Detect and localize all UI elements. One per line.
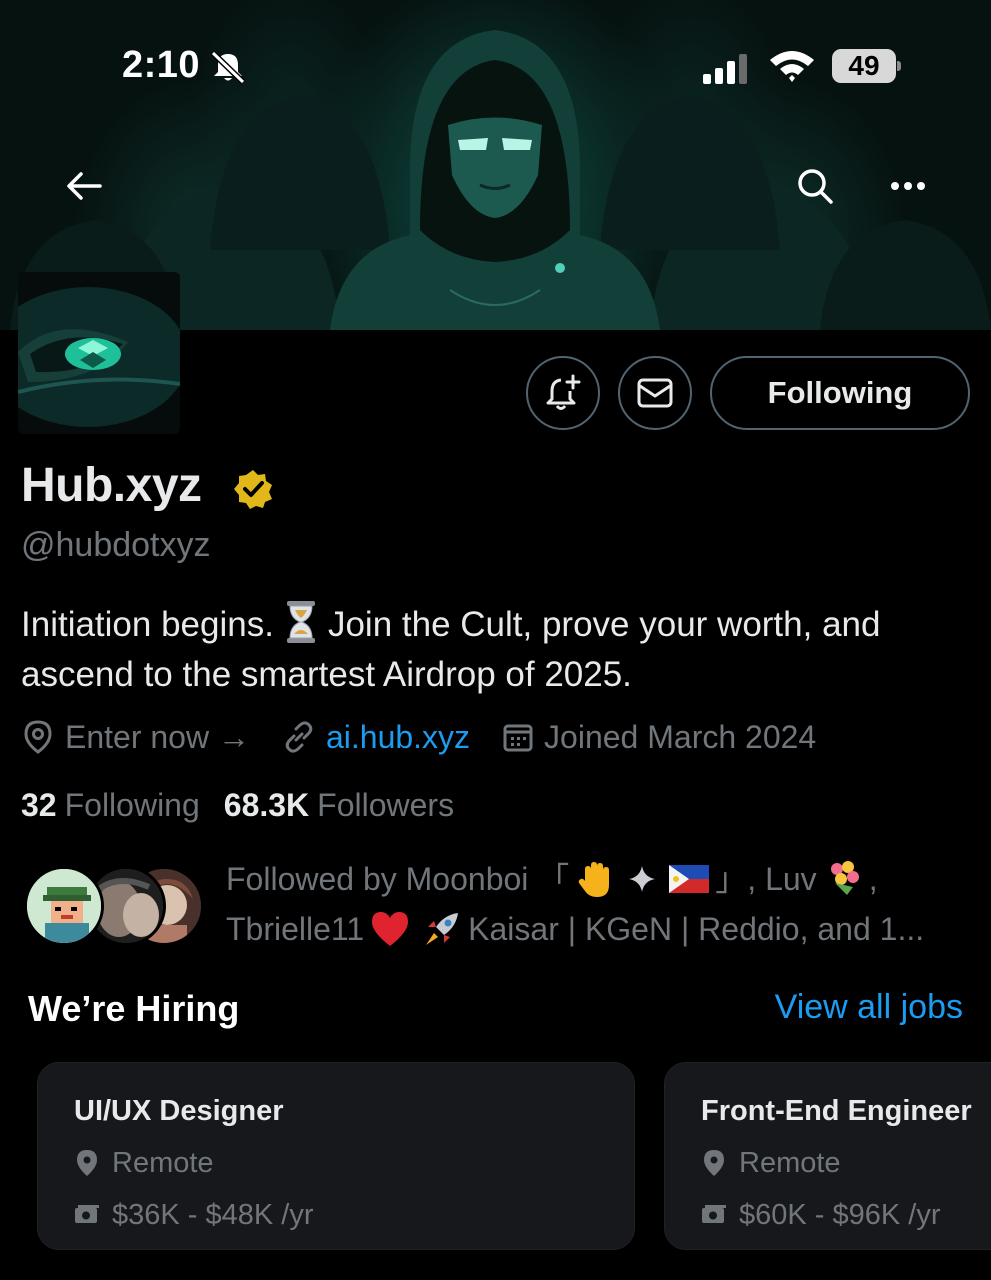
following-button[interactable]: Following	[710, 356, 970, 430]
money-icon	[702, 1205, 726, 1223]
bell-plus-icon	[546, 374, 581, 410]
job-card[interactable]: Front-End Engineer Remote $60K - $96K /y…	[664, 1062, 991, 1250]
bouquet-emoji-icon	[830, 861, 859, 895]
joined-text: Joined March 2024	[544, 718, 817, 755]
more-options-button[interactable]	[878, 156, 938, 216]
notifications-button[interactable]	[526, 356, 600, 430]
battery-level: 49	[848, 50, 880, 81]
battery-icon: 49	[832, 49, 901, 83]
avatar	[24, 866, 104, 946]
more-icon	[891, 182, 925, 190]
job-card[interactable]: UI/UX Designer Remote $36K - $48K /yr	[37, 1062, 635, 1250]
location-text: Enter now →	[65, 718, 250, 755]
wifi-icon	[770, 51, 814, 82]
job-title: UI/UX Designer	[74, 1095, 284, 1127]
bio-text-line2: ascend to the smartest Airdrop of 2025.	[21, 655, 632, 694]
following-count-link[interactable]: 32 Following	[21, 787, 200, 824]
profile-bio: Initiation begins. Join the Cult, prove …	[21, 600, 971, 700]
followed-by-line1-start: Followed by Moonboi 「	[226, 861, 570, 897]
location-item: Enter now →	[21, 719, 250, 756]
followers-count: 68.3K	[223, 786, 310, 823]
display-name: Hub.xyz	[21, 459, 202, 512]
followed-by-line1-end: ,	[868, 861, 878, 897]
website-link[interactable]: ai.hub.xyz	[326, 719, 470, 756]
red-heart-emoji-icon	[372, 912, 409, 946]
search-icon	[798, 169, 833, 204]
followed-by-line2-name: Tbrielle11	[226, 911, 365, 947]
followed-by-text[interactable]: Followed by Moonboi 「 」, Luv , Tbrielle1…	[226, 854, 966, 954]
location-pin-icon	[77, 1150, 97, 1176]
job-location-text: Remote	[739, 1146, 841, 1179]
joined-item: Joined March 2024	[502, 719, 816, 756]
followed-by-line1-middle: 」, Luv	[715, 861, 817, 897]
search-button[interactable]	[785, 156, 845, 216]
follow-counts: 32 Following 68.3K Followers	[21, 780, 478, 830]
back-arrow-icon	[67, 172, 102, 200]
job-location: Remote	[74, 1143, 598, 1183]
view-all-jobs-link[interactable]: View all jobs	[775, 988, 963, 1027]
bell-off-icon	[210, 50, 246, 84]
profile-avatar[interactable]	[18, 272, 180, 434]
sparkle-icon	[629, 866, 656, 892]
followers-count-link[interactable]: 68.3K Followers	[224, 787, 454, 824]
philippines-flag-icon	[669, 865, 710, 893]
user-handle: @hubdotxyz	[21, 526, 211, 564]
bio-text-start: Initiation begins.	[21, 605, 274, 644]
avatar-eye-image	[18, 272, 180, 434]
profile-page: 2:10 49 Following Hub.xyz @hubdotxyz Ini…	[0, 0, 991, 1280]
job-salary-text: $36K - $48K /yr	[112, 1198, 314, 1231]
back-button[interactable]	[54, 156, 114, 216]
status-time: 2:10	[122, 44, 201, 86]
mutual-followers-avatars[interactable]	[24, 866, 214, 946]
verified-badge-icon[interactable]	[232, 468, 274, 510]
job-location: Remote	[701, 1143, 987, 1183]
job-salary: $36K - $48K /yr	[74, 1195, 598, 1235]
followers-label: Followers	[317, 786, 455, 823]
money-icon	[75, 1205, 99, 1223]
following-label: Following	[64, 786, 200, 823]
profile-meta: Enter now → ai.hub.xyz Joined March 2024	[21, 712, 848, 762]
calendar-icon	[503, 724, 533, 752]
bio-text-middle: Join the Cult, prove your worth, and	[327, 605, 881, 644]
job-salary-text: $60K - $96K /yr	[739, 1198, 941, 1231]
job-location-text: Remote	[112, 1146, 214, 1179]
job-salary: $60K - $96K /yr	[701, 1195, 987, 1235]
rocket-emoji-icon	[426, 913, 459, 945]
message-button[interactable]	[618, 356, 692, 430]
raised-hand-emoji-icon	[579, 862, 610, 897]
hiring-section-title: We’re Hiring	[28, 988, 240, 1029]
following-count: 32	[21, 786, 57, 823]
followed-by-line2-rest: Kaisar | KGeN | Reddio, and 1...	[468, 911, 925, 947]
link-icon	[285, 721, 313, 753]
website-item[interactable]: ai.hub.xyz	[282, 719, 470, 756]
location-pin-icon	[704, 1150, 724, 1176]
signal-icon	[703, 54, 747, 84]
job-title: Front-End Engineer	[701, 1095, 972, 1127]
follower-avatar-image-1	[27, 869, 101, 943]
location-pin-icon	[24, 720, 52, 754]
hourglass-emoji-icon	[286, 601, 315, 643]
mail-icon	[637, 378, 673, 408]
